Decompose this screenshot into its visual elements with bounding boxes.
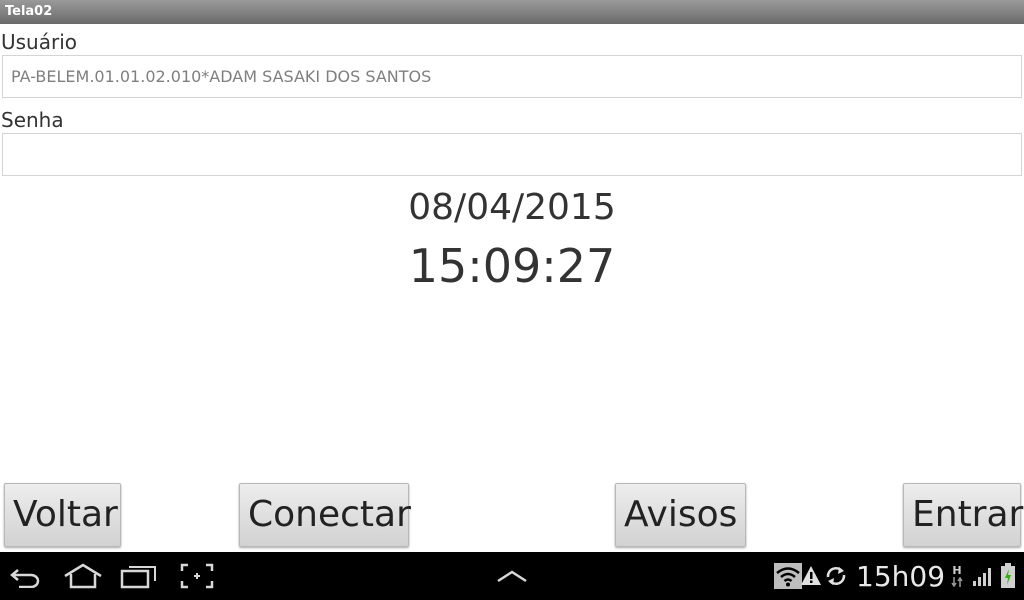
status-clock: 15h09 — [856, 560, 946, 593]
enter-button[interactable]: Entrar — [903, 483, 1023, 547]
window-title: Tela02 — [0, 0, 1024, 24]
network-type-label: H — [952, 564, 962, 577]
back-icon[interactable] — [8, 560, 44, 592]
app-window: Tela02 Usuário Senha 08/04/2015 15:09:27… — [0, 0, 1024, 600]
notices-button[interactable]: Avisos — [615, 483, 746, 547]
home-icon[interactable] — [62, 560, 104, 592]
warning-icon — [800, 563, 822, 589]
password-field[interactable] — [2, 133, 1022, 176]
user-label: Usuário — [1, 30, 78, 54]
battery-icon — [999, 563, 1017, 589]
recent-apps-icon[interactable] — [120, 560, 158, 592]
connect-button[interactable]: Conectar — [239, 483, 411, 547]
sync-icon — [824, 563, 848, 589]
chevron-up-icon[interactable] — [494, 560, 530, 592]
signal-icon — [972, 563, 994, 589]
user-field[interactable] — [2, 55, 1022, 98]
back-button[interactable]: Voltar — [4, 483, 121, 547]
current-time: 15:09:27 — [408, 239, 616, 293]
network-type-icon: H — [948, 563, 966, 589]
wifi-icon — [774, 563, 802, 589]
password-label: Senha — [1, 108, 64, 132]
screenshot-icon[interactable] — [179, 560, 215, 592]
current-date: 08/04/2015 — [408, 187, 616, 228]
